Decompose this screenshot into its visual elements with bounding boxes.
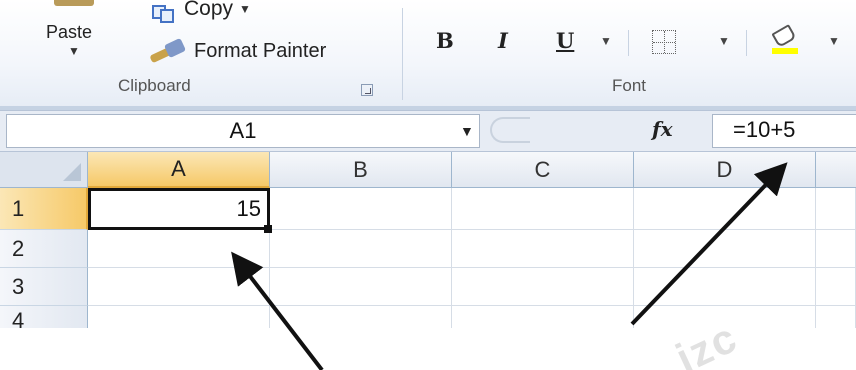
cancel-icon[interactable] [490,117,530,143]
cell-c3[interactable] [452,268,634,306]
column-header-e[interactable] [816,152,856,188]
ribbon: Paste ▼ Copy ▼ Format Painter Clipboard … [0,0,856,108]
format-painter-label: Format Painter [194,39,327,62]
chevron-down-icon: ▼ [68,44,80,58]
cell-e2[interactable] [816,230,856,268]
paste-button[interactable]: Paste ▼ [40,0,110,74]
bold-button[interactable]: B [436,28,454,53]
cell-b3[interactable] [270,268,452,306]
select-all-button[interactable] [0,152,88,188]
insert-function-icon[interactable]: fx [652,117,673,141]
name-box[interactable]: A1 [6,114,480,148]
cell-c2[interactable] [452,230,634,268]
formula-input[interactable]: =10+5 [712,114,856,148]
font-group-label: Font [612,76,647,95]
row-header-2[interactable]: 2 [0,230,88,268]
chevron-down-icon[interactable]: ▼ [828,34,840,48]
fill-color-icon[interactable] [770,24,800,56]
clipboard-icon [54,0,94,6]
paintbrush-icon [148,37,187,65]
cell-e3[interactable] [816,268,856,306]
separator [746,30,747,56]
separator [628,30,629,56]
cell-e1[interactable] [816,188,856,230]
cell-a3[interactable] [88,268,270,306]
chevron-down-icon[interactable]: ▼ [718,34,730,48]
format-painter-button[interactable]: Format Painter [148,36,326,66]
cell-b2[interactable] [270,230,452,268]
fill-handle[interactable] [264,225,272,233]
clipboard-group-label: Clipboard [118,76,191,95]
copy-icon [152,5,178,23]
copy-button[interactable]: Copy ▼ [152,0,251,28]
cell-d2[interactable] [634,230,816,268]
column-header-a[interactable]: A [88,152,270,188]
borders-icon[interactable] [652,30,676,54]
underline-button[interactable]: U [556,28,574,53]
chevron-down-icon[interactable]: ▼ [239,2,251,16]
group-divider [402,8,403,100]
dialog-launcher-icon[interactable] [361,84,373,96]
cell-d3[interactable] [634,268,816,306]
italic-button[interactable]: I [498,28,508,53]
cell-c1[interactable] [452,188,634,230]
column-header-d[interactable]: D [634,152,816,188]
formula-bar: A1 ▼ fx =10+5 [0,110,856,152]
cell-a2[interactable] [88,230,270,268]
paste-label: Paste [46,22,93,42]
row-header-3[interactable]: 3 [0,268,88,306]
column-header-b[interactable]: B [270,152,452,188]
cell-d1[interactable] [634,188,816,230]
cell-b1[interactable] [270,188,452,230]
column-header-c[interactable]: C [452,152,634,188]
row-header-1[interactable]: 1 [0,188,88,230]
cell-a1[interactable]: 15 [88,188,270,230]
chevron-down-icon[interactable]: ▼ [460,123,474,139]
chevron-down-icon[interactable]: ▼ [600,34,612,48]
copy-label: Copy [184,0,234,20]
